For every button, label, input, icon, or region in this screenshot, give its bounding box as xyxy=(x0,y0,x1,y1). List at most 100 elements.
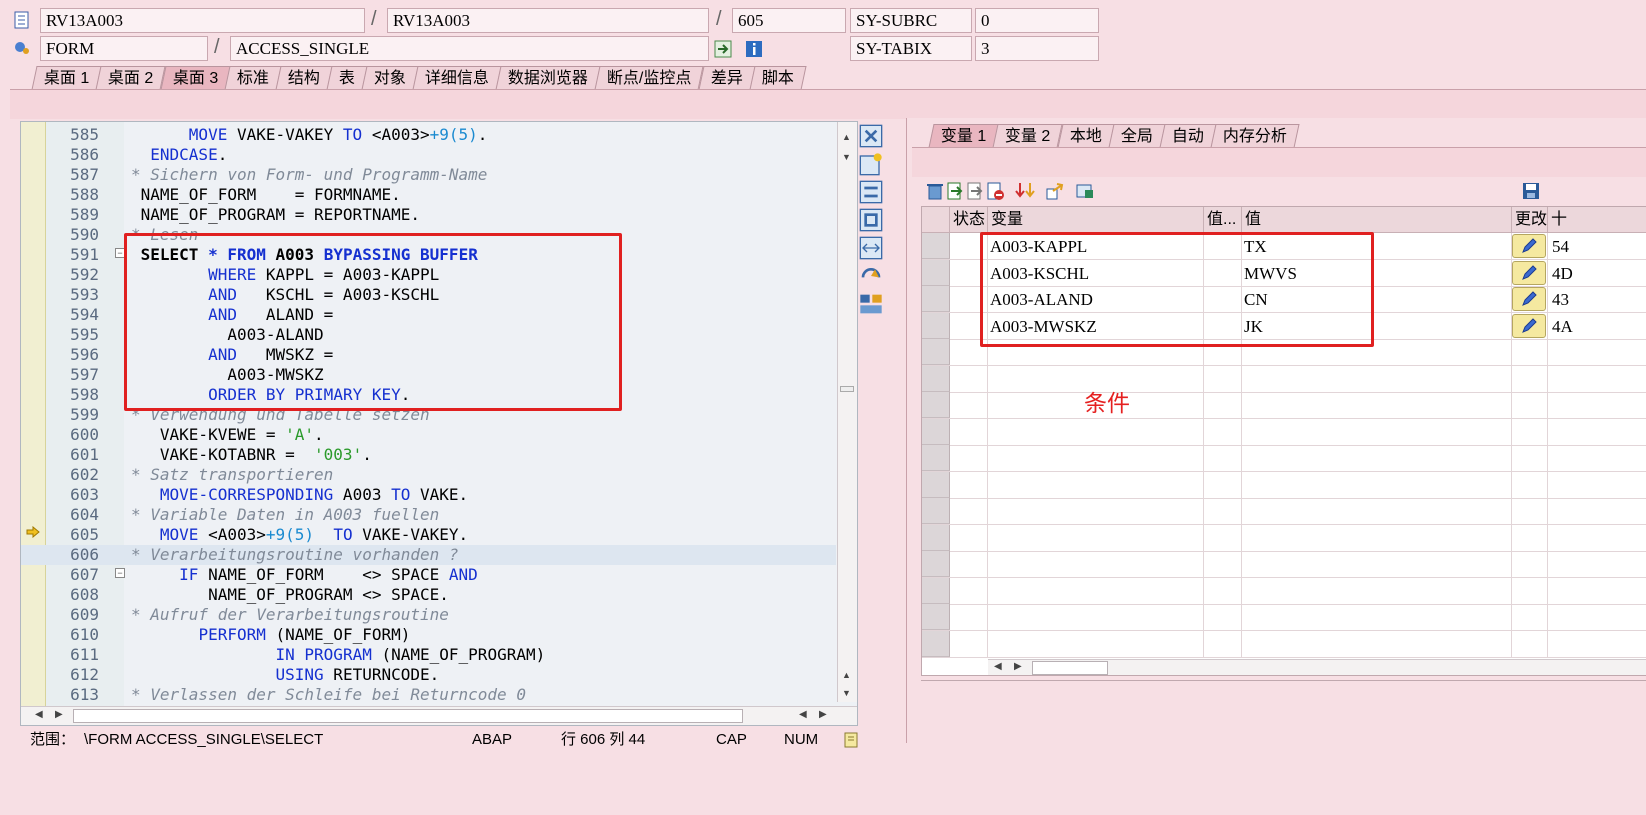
tab-2[interactable]: 桌面 3 xyxy=(160,66,231,90)
code-line[interactable]: 602 * Satz transportieren xyxy=(21,465,836,485)
edit-value-button[interactable] xyxy=(1512,313,1546,338)
col-header-variable[interactable]: 变量 xyxy=(988,207,1204,233)
status-document-icon[interactable] xyxy=(843,732,859,748)
edit-value-button[interactable] xyxy=(1512,234,1546,258)
insert-variable-icon[interactable] xyxy=(945,181,965,201)
row-selector[interactable] xyxy=(922,259,950,286)
sysvar-name-1[interactable]: SY-SUBRC xyxy=(850,8,972,33)
main-program-field[interactable]: RV13A003 xyxy=(40,8,365,33)
edit-value-button[interactable] xyxy=(1512,287,1546,311)
code-line[interactable]: 608 NAME_OF_PROGRAM <> SPACE. xyxy=(21,585,836,605)
code-line[interactable]: 606 * Verarbeitungsroutine vorhanden ? xyxy=(21,545,836,565)
row-selector[interactable] xyxy=(922,498,950,524)
event-type-field[interactable]: FORM xyxy=(40,36,208,61)
var-tab-0[interactable]: 变量 1 xyxy=(928,124,999,148)
layout-icon[interactable] xyxy=(859,292,883,316)
tab-6[interactable]: 对象 xyxy=(361,66,419,90)
row-selector[interactable] xyxy=(922,445,950,471)
display-icon[interactable] xyxy=(1075,181,1095,201)
code-vertical-scrollbar[interactable]: ▲ ▼ ▲ ▼ xyxy=(837,122,857,702)
row-selector[interactable] xyxy=(922,312,950,339)
var-tab-5[interactable]: 内存分析 xyxy=(1210,124,1300,148)
code-line[interactable]: 612 USING RETURNCODE. xyxy=(21,665,836,685)
row-selector[interactable] xyxy=(922,339,950,365)
tab-0[interactable]: 桌面 1 xyxy=(31,66,102,90)
tab-3[interactable]: 标准 xyxy=(224,66,282,90)
event-name-field[interactable]: ACCESS_SINGLE xyxy=(230,36,709,61)
table-row[interactable] xyxy=(922,498,1646,525)
code-line[interactable]: 607 IF NAME_OF_FORM <> SPACE AND xyxy=(21,565,836,585)
table-row[interactable] xyxy=(922,392,1646,419)
code-line[interactable]: 585 MOVE VAKE-VAKEY TO <A003>+9(5). xyxy=(21,125,836,145)
close-editor-icon[interactable] xyxy=(859,124,883,148)
sysvar-name-2[interactable]: SY-TABIX xyxy=(850,36,972,61)
row-selector[interactable] xyxy=(922,365,950,392)
fold-toggle[interactable]: − xyxy=(115,568,125,578)
col-header-hex[interactable]: 十 xyxy=(1548,207,1646,233)
swap-icon[interactable] xyxy=(859,180,883,204)
tab-1[interactable]: 桌面 2 xyxy=(95,66,167,90)
code-horizontal-scrollbar[interactable]: ◀ ▶ ◀ ▶ xyxy=(21,706,857,725)
save-icon[interactable] xyxy=(1521,181,1541,201)
code-line[interactable]: 601 VAKE-KOTABNR = '003'. xyxy=(21,445,836,465)
code-line[interactable]: 605 MOVE <A003>+9(5) TO VAKE-VAKEY. xyxy=(21,525,836,545)
row-selector[interactable] xyxy=(922,551,950,577)
col-header-status[interactable]: 状态 xyxy=(950,207,988,233)
code-line[interactable]: 588 NAME_OF_FORM = FORMNAME. xyxy=(21,185,836,205)
grid-horizontal-scrollbar[interactable]: ◀ ▶ xyxy=(988,659,1646,675)
delete-icon[interactable] xyxy=(925,181,945,201)
code-line[interactable]: 613 * Verlassen der Schleife bei Returnco… xyxy=(21,685,836,705)
table-row[interactable] xyxy=(922,418,1646,446)
tab-10[interactable]: 差异 xyxy=(698,66,756,90)
sysvar-value-1[interactable]: 0 xyxy=(975,8,1099,33)
code-line[interactable]: 586 ENDCASE. xyxy=(21,145,836,165)
tab-9[interactable]: 断点/监控点 xyxy=(594,66,705,90)
row-selector[interactable] xyxy=(922,604,950,630)
table-row[interactable] xyxy=(922,630,1646,658)
sort-icon[interactable] xyxy=(1015,181,1035,201)
code-line[interactable]: 587 * Sichern von Form- und Programm-Name xyxy=(21,165,836,185)
table-row[interactable] xyxy=(922,445,1646,472)
info-icon[interactable] xyxy=(745,40,763,58)
table-row[interactable] xyxy=(922,524,1646,552)
tab-7[interactable]: 详细信息 xyxy=(412,66,502,90)
edit-value-button[interactable] xyxy=(1512,260,1546,285)
code-editor[interactable]: 585 MOVE VAKE-VAKEY TO <A003>+9(5). 586 E… xyxy=(20,121,858,726)
row-selector[interactable] xyxy=(922,471,950,498)
var-tab-4[interactable]: 自动 xyxy=(1159,124,1217,148)
var-tab-1[interactable]: 变量 2 xyxy=(992,124,1064,148)
code-line[interactable]: 611 IN PROGRAM (NAME_OF_PROGRAM) xyxy=(21,645,836,665)
var-tab-2[interactable]: 本地 xyxy=(1057,124,1115,148)
row-selector[interactable] xyxy=(922,524,950,551)
remove-variable-icon[interactable] xyxy=(985,181,1005,201)
col-header-value[interactable]: 值 xyxy=(1242,207,1512,233)
row-selector[interactable] xyxy=(922,286,950,312)
row-selector[interactable] xyxy=(922,233,950,259)
refresh-icon[interactable] xyxy=(859,264,883,288)
table-row[interactable] xyxy=(922,551,1646,578)
row-selector[interactable] xyxy=(922,630,950,657)
code-line[interactable]: 610 PERFORM (NAME_OF_FORM) xyxy=(21,625,836,645)
split-horizontal-icon[interactable] xyxy=(859,236,883,260)
sysvar-value-2[interactable]: 3 xyxy=(975,36,1099,61)
col-header-change[interactable]: 更改 xyxy=(1512,207,1548,233)
table-row[interactable] xyxy=(922,577,1646,605)
col-header-value-short[interactable]: 值... xyxy=(1204,207,1242,233)
code-line[interactable]: 609 * Aufruf der Verarbeitungsroutine xyxy=(21,605,836,625)
row-selector[interactable] xyxy=(922,577,950,604)
code-line[interactable]: 603 MOVE-CORRESPONDING A003 TO VAKE. xyxy=(21,485,836,505)
tab-4[interactable]: 结构 xyxy=(275,66,333,90)
table-row[interactable] xyxy=(922,604,1646,631)
maximize-icon[interactable] xyxy=(859,208,883,232)
row-selector[interactable] xyxy=(922,392,950,418)
table-row[interactable] xyxy=(922,365,1646,393)
line-number-field[interactable]: 605 xyxy=(732,8,846,33)
include-program-field[interactable]: RV13A003 xyxy=(387,8,709,33)
tab-8[interactable]: 数据浏览器 xyxy=(495,66,601,90)
code-line[interactable]: 589 NAME_OF_PROGRAM = REPORTNAME. xyxy=(21,205,836,225)
table-row[interactable] xyxy=(922,471,1646,499)
navigate-icon[interactable] xyxy=(714,40,732,58)
var-tab-3[interactable]: 全局 xyxy=(1108,124,1166,148)
row-selector[interactable] xyxy=(922,418,950,445)
export-icon[interactable] xyxy=(1045,181,1065,201)
